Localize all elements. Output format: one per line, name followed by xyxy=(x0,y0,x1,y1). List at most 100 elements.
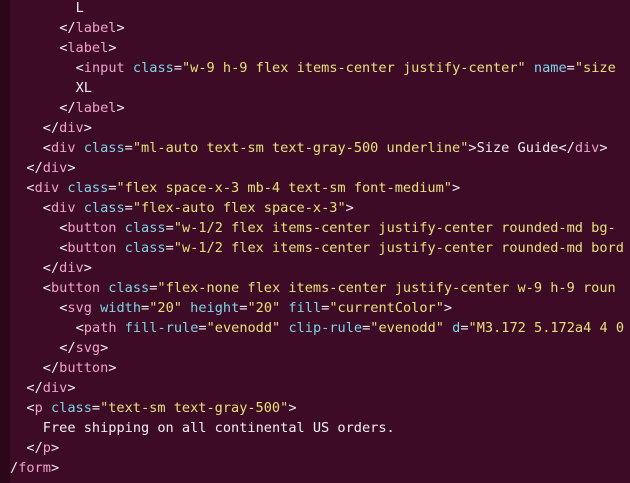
code-token-punct: > xyxy=(116,100,125,116)
code-line[interactable]: </div> xyxy=(10,258,624,278)
code-line[interactable]: <button class="w-1/2 flex items-center j… xyxy=(10,238,624,258)
code-token-punct: > xyxy=(50,460,60,476)
code-token-str: "evenodd" xyxy=(370,320,444,336)
code-line[interactable]: XL xyxy=(10,78,624,98)
code-token-tag: form xyxy=(18,460,51,476)
code-token-tag: button xyxy=(59,360,109,376)
code-token-str: "w-1/2 flex items-center justify-center … xyxy=(173,220,616,236)
code-token-punct xyxy=(116,220,124,236)
code-token-tag: label xyxy=(75,20,117,36)
code-token-attr: fill-rule xyxy=(124,320,199,336)
code-token-str: "currentColor" xyxy=(329,300,444,316)
code-token-str: "flex-none flex items-center justify-cen… xyxy=(157,280,616,296)
code-token-punct xyxy=(182,300,190,316)
code-line[interactable]: <div class="ml-auto text-sm text-gray-50… xyxy=(10,138,624,158)
code-token-tag: div xyxy=(50,200,76,216)
code-line[interactable]: <button class="w-1/2 flex items-center j… xyxy=(10,218,624,238)
code-token-punct: </ xyxy=(42,360,60,376)
code-token-txt: XL xyxy=(75,80,92,96)
code-token-attr: class xyxy=(67,180,109,196)
code-token-punct: > xyxy=(108,40,117,56)
code-line[interactable]: </div> xyxy=(10,118,624,138)
code-token-tag: svg xyxy=(75,340,101,356)
code-editor[interactable]: L </label> <label> <input class="w-9 h-9 fl… xyxy=(0,0,630,483)
code-token-tag: div xyxy=(42,380,68,396)
code-token-punct: > xyxy=(67,380,76,396)
code-token-punct: </ xyxy=(558,140,575,156)
code-token-punct xyxy=(43,400,51,416)
code-token-punct: > xyxy=(599,140,608,156)
code-token-punct: = xyxy=(124,200,133,216)
code-token-attr: class xyxy=(124,240,166,256)
code-token-punct xyxy=(125,60,133,76)
code-token-punct: = xyxy=(124,140,133,156)
code-token-attr: class xyxy=(108,280,150,296)
code-token-attr: class xyxy=(50,400,92,416)
code-token-punct: </ xyxy=(26,380,43,396)
code-token-str: "20" xyxy=(247,300,281,316)
code-token-punct: </ xyxy=(42,120,60,136)
code-line[interactable]: <svg width="20" height="20" fill="curren… xyxy=(10,298,624,318)
code-token-str: "w-9 h-9 flex items-center justify-cente… xyxy=(182,60,526,76)
code-token-tag: svg xyxy=(67,300,92,316)
code-token-attr: class xyxy=(132,60,174,76)
code-line[interactable]: </label> xyxy=(10,98,624,118)
code-token-attr: class xyxy=(124,220,166,236)
code-token-punct: = xyxy=(198,320,207,336)
code-token-punct: </ xyxy=(59,20,76,36)
code-line[interactable]: </div> xyxy=(10,378,624,398)
code-content[interactable]: L </label> <label> <input class="w-9 h-9 fl… xyxy=(10,0,624,478)
code-line[interactable]: Free shipping on all continental US orde… xyxy=(10,418,624,438)
code-line[interactable]: <input class="w-9 h-9 flex items-center … xyxy=(10,58,624,78)
code-token-punct: < xyxy=(42,140,51,156)
code-token-tag: div xyxy=(34,180,60,196)
code-token-punct: > xyxy=(345,200,354,216)
code-token-tag: div xyxy=(59,260,84,276)
code-token-str: "size xyxy=(574,60,616,76)
code-line[interactable]: /form> xyxy=(10,458,624,478)
code-token-attr: width xyxy=(100,300,142,316)
code-line[interactable]: <div class="flex-auto flex space-x-3"> xyxy=(10,198,624,218)
code-token-str: "20" xyxy=(149,300,182,316)
code-token-tag: p xyxy=(34,400,43,416)
code-line[interactable]: </p> xyxy=(10,438,624,458)
code-token-attr: name xyxy=(533,60,567,76)
editor-gutter xyxy=(0,0,10,483)
code-token-punct: </ xyxy=(42,260,60,276)
code-token-str: "w-1/2 flex items-center justify-center … xyxy=(173,240,624,256)
code-token-punct: > xyxy=(108,360,117,376)
code-token-str: "M3.172 5.172a4 4 0 xyxy=(468,320,625,336)
code-token-punct: < xyxy=(42,280,51,296)
code-token-str: "flex-auto flex space-x-3" xyxy=(132,200,346,216)
code-token-punct: < xyxy=(75,60,84,76)
code-token-punct: </ xyxy=(26,160,43,176)
code-line[interactable]: <p class="text-sm text-gray-500"> xyxy=(10,398,624,418)
code-token-punct: > xyxy=(452,180,461,196)
code-token-punct: > xyxy=(50,440,60,456)
code-token-punct: = xyxy=(165,220,174,236)
code-token-punct: > xyxy=(83,260,92,276)
code-line[interactable]: L xyxy=(10,0,624,18)
code-token-str: "text-sm text-gray-500" xyxy=(100,400,289,416)
code-token-punct: < xyxy=(75,320,84,336)
code-token-punct: > xyxy=(83,120,92,136)
code-line[interactable]: <button class="flex-none flex items-cent… xyxy=(10,278,624,298)
code-token-tag: button xyxy=(67,240,117,256)
code-token-punct xyxy=(76,200,84,216)
code-line[interactable]: <div class="flex space-x-3 mb-4 text-sm … xyxy=(10,178,624,198)
code-token-punct xyxy=(76,140,84,156)
code-line[interactable]: </div> xyxy=(10,158,624,178)
code-token-punct: </ xyxy=(59,100,76,116)
code-token-attr: fill xyxy=(288,300,322,316)
code-token-txt: L xyxy=(75,0,84,16)
code-token-punct: > xyxy=(67,160,76,176)
code-token-punct: < xyxy=(42,200,51,216)
code-line[interactable]: <path fill-rule="evenodd" clip-rule="eve… xyxy=(10,318,624,338)
code-line[interactable]: </button> xyxy=(10,358,624,378)
code-token-str: "flex space-x-3 mb-4 text-sm font-medium… xyxy=(116,180,452,196)
code-line[interactable]: </label> xyxy=(10,18,624,38)
code-line[interactable]: </svg> xyxy=(10,338,624,358)
code-token-punct: > xyxy=(288,400,297,416)
code-token-punct: = xyxy=(566,60,575,76)
code-line[interactable]: <label> xyxy=(10,38,624,58)
